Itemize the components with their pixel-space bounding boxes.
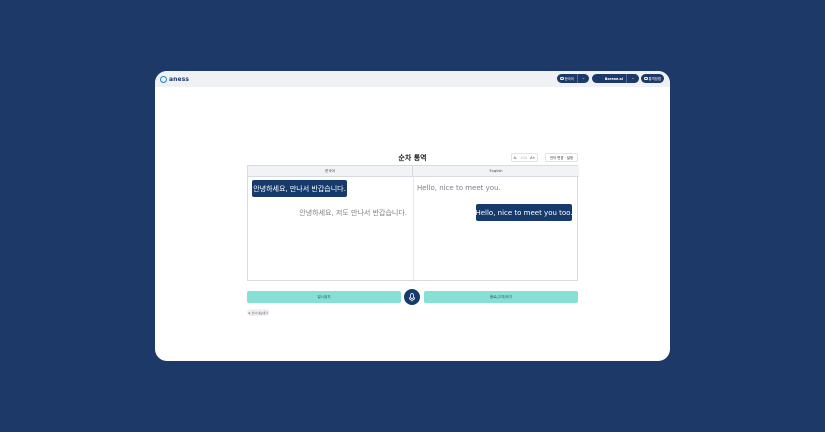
guide-button[interactable]: 통역방법: [641, 74, 664, 83]
logo-mark-icon: [160, 75, 167, 83]
user-label: Boreoe.ai: [592, 74, 627, 83]
font-decrease-button[interactable]: A-: [514, 156, 517, 160]
export-label: 전사 내보내기: [251, 310, 268, 315]
language-change-button[interactable]: 언어 변경 · 설정: [545, 153, 578, 162]
top-bar: aness 한국어 ⌄ Boreoe.ai ⌄ 통역방법: [155, 71, 670, 87]
logo-text: aness: [169, 75, 190, 83]
export-button[interactable]: ⊕ 전사 내보내기: [247, 309, 269, 316]
app-window: aness 한국어 ⌄ Boreoe.ai ⌄ 통역방법 순차 통역 A- 10…: [155, 71, 670, 361]
column-divider: [413, 177, 414, 282]
transcript-panel: 한국어 English 안녕하세요, 만나서 반갑습니다. Hello, nic…: [247, 165, 579, 282]
guide-label: 통역방법: [648, 77, 661, 81]
help-icon: [644, 76, 648, 81]
message-text: Hello, nice to meet you.: [417, 184, 501, 192]
chevron-down-icon: ⌄: [631, 75, 635, 80]
microphone-icon: [408, 292, 416, 301]
message-bubble: Hello, nice to meet you too.: [475, 204, 573, 221]
user-menu[interactable]: Boreoe.ai ⌄: [592, 74, 639, 83]
language-dropdown-button[interactable]: ⌄: [578, 74, 589, 83]
pause-button[interactable]: 일시정지: [247, 291, 401, 303]
logo[interactable]: aness: [160, 75, 189, 83]
left-column-header: 한국어: [248, 166, 413, 177]
language-selector[interactable]: 한국어 ⌄: [557, 74, 589, 83]
message-bubble: 안녕하세요, 만나서 반갑습니다.: [252, 180, 347, 197]
font-size-control: A- 100 A+: [511, 153, 538, 162]
font-increase-button[interactable]: A+: [530, 156, 535, 160]
page-title: 순차 통역: [398, 154, 427, 162]
right-column-header: English: [413, 166, 579, 177]
font-size-value: 100: [520, 155, 527, 160]
end-button[interactable]: 종료(고지)하기: [424, 291, 578, 303]
export-icon: ⊕: [248, 310, 251, 315]
user-dropdown-button[interactable]: ⌄: [627, 74, 639, 83]
chevron-down-icon: ⌄: [582, 75, 585, 80]
language-label: 한국어: [564, 77, 574, 81]
message-text: 안녕하세요, 저도 만나서 반갑습니다.: [299, 209, 407, 217]
mic-button[interactable]: [404, 289, 420, 305]
globe-icon: [560, 76, 564, 81]
